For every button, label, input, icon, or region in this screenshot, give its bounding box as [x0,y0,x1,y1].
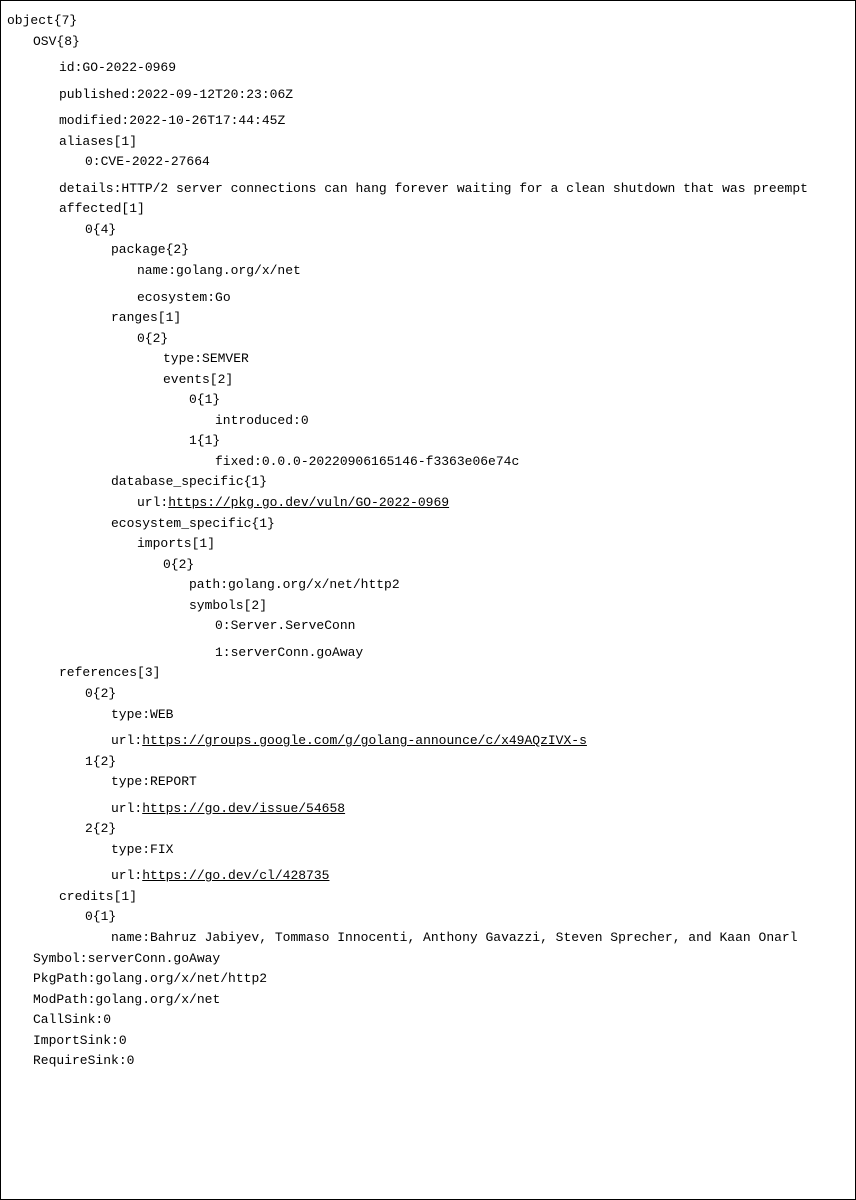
node-ranges-0[interactable]: 0{2} [137,330,849,348]
node-database-specific[interactable]: database_specific{1} [111,473,849,491]
link-ref-1[interactable]: https://go.dev/issue/54658 [142,801,345,816]
node-published[interactable]: published:2022-09-12T20:23:06Z [59,86,849,104]
node-credits-0[interactable]: 0{1} [85,908,849,926]
node-ref-2-url[interactable]: url:https://go.dev/cl/428735 [111,867,849,885]
node-fixed[interactable]: fixed:0.0.0-20220906165146-f3363e06e74c [215,453,849,471]
node-ref-1-type[interactable]: type:REPORT [111,773,849,791]
node-events-0[interactable]: 0{1} [189,391,849,409]
node-osv[interactable]: OSV{8} [33,33,849,51]
link-ref-0[interactable]: https://groups.google.com/g/golang-annou… [142,733,587,748]
node-modified[interactable]: modified:2022-10-26T17:44:45Z [59,112,849,130]
node-symbols[interactable]: symbols[2] [189,597,849,615]
node-database-url[interactable]: url:https://pkg.go.dev/vuln/GO-2022-0969 [137,494,849,512]
link-ref-2[interactable]: https://go.dev/cl/428735 [142,868,329,883]
node-symbols-1[interactable]: 1:serverConn.goAway [215,644,849,662]
node-affected[interactable]: affected[1] [59,200,849,218]
node-aliases-0[interactable]: 0:CVE-2022-27664 [85,153,849,171]
node-introduced[interactable]: introduced:0 [215,412,849,430]
link-database-url[interactable]: https://pkg.go.dev/vuln/GO-2022-0969 [168,495,449,510]
node-events-1[interactable]: 1{1} [189,432,849,450]
node-affected-0[interactable]: 0{4} [85,221,849,239]
node-package-ecosystem[interactable]: ecosystem:Go [137,289,849,307]
node-pkgpath[interactable]: PkgPath:golang.org/x/net/http2 [33,970,849,988]
node-ranges[interactable]: ranges[1] [111,309,849,327]
node-ref-2-type[interactable]: type:FIX [111,841,849,859]
node-callsink[interactable]: CallSink:0 [33,1011,849,1029]
node-aliases[interactable]: aliases[1] [59,133,849,151]
node-symbols-0[interactable]: 0:Server.ServeConn [215,617,849,635]
node-ref-2[interactable]: 2{2} [85,820,849,838]
node-modpath[interactable]: ModPath:golang.org/x/net [33,991,849,1009]
node-object-root[interactable]: object{7} [7,12,849,30]
node-imports-path[interactable]: path:golang.org/x/net/http2 [189,576,849,594]
node-references[interactable]: references[3] [59,664,849,682]
node-symbol[interactable]: Symbol:serverConn.goAway [33,950,849,968]
node-ref-0-url[interactable]: url:https://groups.google.com/g/golang-a… [111,732,849,750]
node-ref-1[interactable]: 1{2} [85,753,849,771]
node-requiresink[interactable]: RequireSink:0 [33,1052,849,1070]
node-events[interactable]: events[2] [163,371,849,389]
node-package-name[interactable]: name:golang.org/x/net [137,262,849,280]
node-credits[interactable]: credits[1] [59,888,849,906]
json-tree-viewer: object{7} OSV{8} id:GO-2022-0969 publish… [0,0,856,1200]
node-importsink[interactable]: ImportSink:0 [33,1032,849,1050]
node-ref-0-type[interactable]: type:WEB [111,706,849,724]
node-package[interactable]: package{2} [111,241,849,259]
node-imports[interactable]: imports[1] [137,535,849,553]
node-details[interactable]: details:HTTP/2 server connections can ha… [59,180,849,198]
node-credits-name[interactable]: name:Bahruz Jabiyev, Tommaso Innocenti, … [111,929,849,947]
node-imports-0[interactable]: 0{2} [163,556,849,574]
node-ranges-type[interactable]: type:SEMVER [163,350,849,368]
node-ecosystem-specific[interactable]: ecosystem_specific{1} [111,515,849,533]
node-ref-0[interactable]: 0{2} [85,685,849,703]
node-id[interactable]: id:GO-2022-0969 [59,59,849,77]
node-ref-1-url[interactable]: url:https://go.dev/issue/54658 [111,800,849,818]
